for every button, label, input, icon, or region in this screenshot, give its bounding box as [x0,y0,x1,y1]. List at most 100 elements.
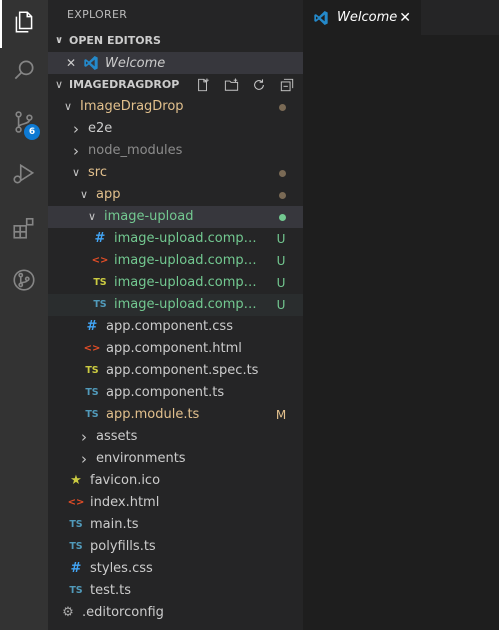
workspace-label: IMAGEDRAGDROP [69,78,180,91]
folder-e2e[interactable]: › e2e [48,118,303,140]
extensions-icon [11,215,37,245]
html-file-icon: <> [91,255,109,266]
tab-welcome[interactable]: Welcome ✕ [303,0,421,35]
tree-item-label: app.component.css [106,319,233,334]
typescript-file-icon: TS [69,585,83,596]
folder-imagedragdrop[interactable]: ∨ ImageDragDrop [48,96,303,118]
tab-label: Welcome [337,10,398,25]
sidebar-title: EXPLORER [67,8,128,21]
file-styles-css[interactable]: # styles.css [48,558,303,580]
tree-item-label: environments [96,451,186,466]
new-file-icon[interactable] [195,77,211,93]
file-tree: ∨ ImageDragDrop › e2e › node_modules ∨ src ∨ app ∨… [48,96,303,624]
git-status-badge: U [276,298,286,312]
tree-item-label: image-upload.component.css [114,231,263,246]
file-app-component-css[interactable]: # app.component.css [48,316,303,338]
modified-dot-icon [279,214,286,221]
chevron-down-icon: ∨ [54,35,64,46]
chevron-down-icon: ∨ [79,188,89,201]
explorer-sidebar: EXPLORER ∨ OPEN EDITORS ✕ Welcome ∨ IMAG… [48,0,303,630]
tree-item-label: main.ts [90,517,139,532]
chevron-down-icon: ∨ [71,166,81,179]
config-file-icon: ⚙ [62,605,74,620]
open-editors-header[interactable]: ∨ OPEN EDITORS [48,30,303,52]
css-file-icon: # [70,561,82,576]
open-editor-label: Welcome [105,55,166,71]
chevron-down-icon: ∨ [54,78,64,91]
html-file-icon: <> [83,343,101,354]
modified-dot-icon [279,170,286,177]
typescript-file-icon: TS [85,387,99,398]
modified-dot-icon [279,104,286,111]
open-editor-item-welcome[interactable]: ✕ Welcome [48,52,303,74]
tree-item-label: app.module.ts [106,407,200,422]
tree-item-label: image-upload.component.html [114,253,263,268]
search-icon [11,57,37,87]
tree-item-label: app.component.html [106,341,242,356]
tree-item-label: image-upload.component.ts [114,297,263,312]
file-app-component-html[interactable]: <> app.component.html [48,338,303,360]
tree-item-label: .editorconfig [82,605,164,620]
folder-assets[interactable]: › assets [48,426,303,448]
refresh-icon[interactable] [251,77,267,93]
tree-item-label: test.ts [90,583,131,598]
file-image-upload-component-html[interactable]: <> image-upload.component.html U [48,250,303,272]
activity-source-control[interactable]: 6 [0,100,48,148]
tree-item-label: favicon.ico [90,473,161,488]
files-icon [11,9,37,39]
typescript-file-icon: TS [85,409,99,420]
modified-dot-icon [279,192,286,199]
file-app-module-ts[interactable]: TS app.module.ts M [48,404,303,426]
spec-file-icon: TS [85,365,99,376]
tree-item-label: app [96,187,121,202]
file-app-component-spec-ts[interactable]: TS app.component.spec.ts [48,360,303,382]
git-status-badge: U [276,254,286,268]
folder-image-upload[interactable]: ∨ image-upload [48,206,303,228]
folder-node-modules[interactable]: › node_modules [48,140,303,162]
tree-item-label: image-upload.component.spec.ts [114,275,263,290]
file-test-ts[interactable]: TS test.ts [48,580,303,602]
git-graph-icon [11,267,37,297]
workspace-header[interactable]: ∨ IMAGEDRAGDROP [48,74,303,96]
editor-area[interactable] [303,35,499,630]
chevron-right-icon: › [81,450,87,468]
file-favicon-ico[interactable]: ★ favicon.ico [48,470,303,492]
folder-environments[interactable]: › environments [48,448,303,470]
vscode-icon [313,10,331,26]
folder-app[interactable]: ∨ app [48,184,303,206]
tree-item-label: app.component.ts [106,385,225,400]
css-file-icon: # [86,319,98,334]
activity-bar: 6 [0,0,48,630]
tree-item-label: index.html [90,495,160,510]
file-index-html[interactable]: <> index.html [48,492,303,514]
activity-run-debug[interactable] [0,152,48,200]
typescript-file-icon: TS [93,299,107,310]
tree-item-label: node_modules [88,143,183,158]
activity-git-graph[interactable] [0,258,48,306]
vscode-icon [82,55,100,71]
tree-item-label: src [88,165,107,180]
folder-src[interactable]: ∨ src [48,162,303,184]
open-editors-label: OPEN EDITORS [69,34,161,47]
git-status-badge: U [276,232,286,246]
file-main-ts[interactable]: TS main.ts [48,514,303,536]
new-folder-icon[interactable] [223,77,239,93]
tree-item-label: polyfills.ts [90,539,156,554]
editor-tab-bar: Welcome ✕ [303,0,499,35]
close-icon[interactable]: ✕ [66,56,78,70]
file-image-upload-component-css[interactable]: # image-upload.component.css U [48,228,303,250]
file-image-upload-component-ts[interactable]: TS image-upload.component.ts U [48,294,303,316]
file-app-component-ts[interactable]: TS app.component.ts [48,382,303,404]
file-image-upload-component-spec-ts[interactable]: TS image-upload.component.spec.ts U [48,272,303,294]
close-icon[interactable]: ✕ [399,10,411,26]
activity-extensions[interactable] [0,206,48,254]
activity-search[interactable] [0,48,48,96]
typescript-file-icon: TS [69,541,83,552]
activity-explorer[interactable] [0,0,48,48]
tree-item-label: ImageDragDrop [80,99,184,114]
chevron-right-icon: › [73,120,79,138]
chevron-down-icon: ∨ [87,210,97,223]
file-polyfills-ts[interactable]: TS polyfills.ts [48,536,303,558]
file-editorconfig[interactable]: ⚙ .editorconfig [48,602,303,624]
collapse-all-icon[interactable] [279,77,295,93]
